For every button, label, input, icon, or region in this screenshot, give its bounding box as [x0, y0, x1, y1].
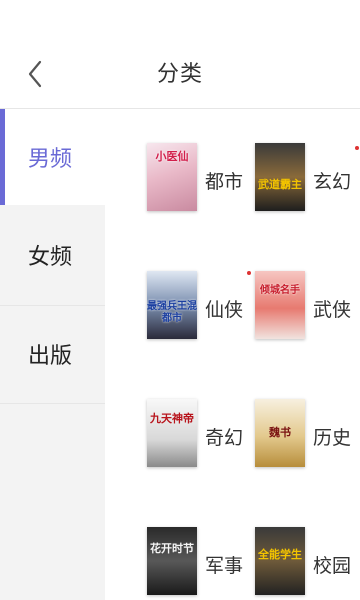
category-item-xianxia[interactable]: 最强兵王混都市 仙侠: [147, 271, 257, 343]
category-item-qihuan[interactable]: 九天神帝 奇幻: [147, 399, 257, 471]
category-label: 历史: [313, 427, 352, 449]
category-item-wuxia[interactable]: 倾城名手 武侠: [255, 271, 360, 343]
sidebar-item-label: 男频: [28, 147, 73, 172]
sidebar-item-label: 出版: [28, 344, 73, 369]
category-label: 校园: [313, 555, 352, 577]
category-item-lishi[interactable]: 魏书 历史: [255, 399, 360, 471]
book-cover-image: 最强兵王混都市: [147, 271, 197, 339]
header-bar: 分类: [0, 0, 360, 109]
book-cover-image: 倾城名手: [255, 271, 305, 339]
category-item-dushi[interactable]: 小医仙 都市: [147, 143, 257, 215]
category-item-xuanhuan[interactable]: 武道霸主 玄幻: [255, 143, 360, 215]
book-cover-image: 武道霸主: [255, 143, 305, 211]
sidebar-item-label: 女频: [28, 245, 73, 270]
book-cover-image: 全能学生: [255, 527, 305, 595]
page-title: 分类: [156, 62, 203, 87]
category-label: 都市: [205, 171, 244, 193]
book-cover-image: 魏书: [255, 399, 305, 467]
category-item-xiaoyuan[interactable]: 全能学生 校园: [255, 527, 360, 599]
category-grid: 小医仙 都市 武道霸主 玄幻 最强兵王混都市 仙侠 倾城名手 武侠 九天神帝 奇…: [105, 109, 360, 600]
category-label: 奇幻: [205, 427, 244, 449]
book-cover-image: 九天神帝: [147, 399, 197, 467]
book-cover-image: 花开时节: [147, 527, 197, 595]
category-label: 仙侠: [205, 299, 244, 321]
category-label: 军事: [205, 555, 244, 577]
book-cover-image: 小医仙: [147, 143, 197, 211]
category-label: 武侠: [313, 299, 352, 321]
sidebar: 男频 女频 出版: [0, 109, 105, 600]
sidebar-item-male[interactable]: 男频: [0, 109, 105, 205]
sidebar-item-female[interactable]: 女频: [0, 207, 105, 303]
category-label: 玄幻: [313, 171, 352, 193]
category-item-junshi[interactable]: 花开时节 军事: [147, 527, 257, 599]
sidebar-divider: [0, 403, 105, 404]
sidebar-item-publish[interactable]: 出版: [0, 306, 105, 402]
